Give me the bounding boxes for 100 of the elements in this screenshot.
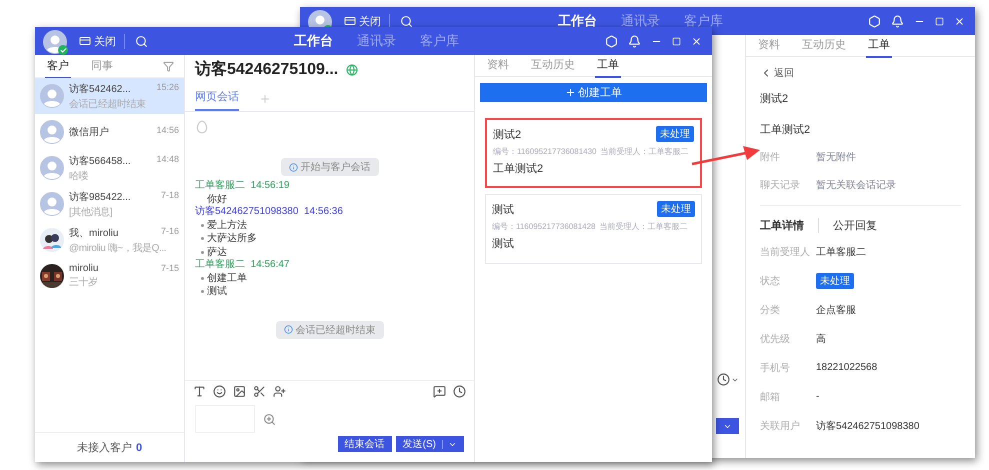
filter-icon[interactable]	[163, 60, 174, 72]
bullet-icon	[201, 250, 204, 254]
ticket-title: 测试	[492, 202, 514, 216]
waiting-count: 0	[136, 442, 142, 454]
message-sender: 工单客服二 14:56:19	[195, 180, 290, 192]
contact-time: 7-15	[160, 263, 179, 274]
contact-name: 访客542462...	[69, 82, 131, 96]
field-label: 当前受理人	[760, 246, 811, 258]
contact-time: 7-18	[160, 190, 179, 202]
end-session-button[interactable]: 结束会话	[338, 436, 392, 452]
field-label: 关联用户	[760, 420, 801, 432]
contact-item[interactable]: 访客985422... 7-18 [其他消息]	[35, 186, 184, 222]
ticket-description: 工单测试2	[493, 162, 544, 176]
image-icon[interactable]	[233, 385, 246, 398]
contact-item[interactable]: miroliu 7-15 三十岁	[35, 258, 184, 294]
status-badge: 未处理	[657, 201, 695, 217]
field-value: 企点客服	[816, 304, 856, 316]
message-text: 测试	[207, 285, 227, 298]
ticket-title: 测试2	[493, 128, 522, 142]
card-icon	[79, 35, 91, 47]
field-value: 高	[816, 332, 826, 346]
send-button[interactable]: 发送(S)	[396, 436, 464, 452]
field-label: 附件	[760, 151, 781, 164]
system-notice: 开始与客户会话	[280, 158, 378, 176]
avatar-icon	[40, 120, 64, 144]
conversation-tab[interactable]: 网页会话	[195, 86, 239, 111]
emoji-icon[interactable]	[213, 385, 226, 398]
field-value: -	[816, 391, 820, 402]
contact-time: 15:26	[156, 82, 179, 94]
field-label: 手机号	[760, 362, 791, 374]
search-icon[interactable]	[135, 34, 148, 48]
ticket-assignee: 当前受理人：工单客服二	[600, 221, 688, 232]
close-icon[interactable]	[954, 16, 965, 26]
field-label: 优先级	[760, 332, 791, 346]
contact-item[interactable]: 我、miroliu 7-16 @miroliu 嗨~，我是Q...	[35, 222, 184, 258]
caret-icon[interactable]	[442, 440, 457, 448]
close-session-button[interactable]: 关闭	[75, 34, 125, 48]
field-label: 分类	[760, 304, 781, 316]
close-icon[interactable]	[691, 36, 702, 46]
contact-time: 14:56	[156, 125, 179, 137]
hexagon-icon[interactable]	[605, 34, 618, 48]
ticket-card[interactable]: 测试2 未处理 编号：116095217736081430 当前受理人：工单客服二 工单测试2	[485, 118, 702, 188]
avatar-icon	[40, 228, 64, 252]
ticket-description: 工单测试2	[760, 123, 812, 137]
message-text: 爱上方法	[207, 218, 247, 232]
field-label: 状态	[760, 274, 781, 288]
maximize-icon[interactable]	[935, 16, 944, 26]
contact-time: 14:48	[156, 154, 179, 166]
plus-icon	[565, 87, 576, 98]
section-tab[interactable]: 公开回复	[833, 218, 891, 233]
contact-item[interactable]: 微信用户 14:56	[35, 114, 184, 150]
bullet-icon	[201, 237, 204, 240]
clock-icon[interactable]	[717, 373, 730, 386]
contact-item[interactable]: 访客566458... 14:48 哈喽	[35, 150, 184, 186]
contact-name: 微信用户	[69, 126, 109, 139]
avatar-icon	[40, 156, 64, 180]
contact-name: 访客566458...	[69, 154, 131, 168]
nav-tab[interactable]: 工作台	[551, 12, 604, 30]
ticket-card[interactable]: 测试 未处理 编号：116095217736081428 当前受理人：工单客服二 测试	[485, 194, 702, 264]
section-tab[interactable]: 工单详情	[760, 218, 819, 233]
nav-tab[interactable]: 工作台	[287, 32, 340, 50]
font-icon[interactable]	[193, 385, 206, 398]
field-value: 访客542462751098380	[816, 420, 920, 432]
field-label: 邮箱	[760, 390, 781, 404]
note-icon[interactable]	[433, 385, 446, 398]
ticket-assignee: 当前受理人：工单客服二	[600, 146, 688, 157]
avatar-icon	[40, 84, 64, 108]
clock-icon[interactable]	[453, 385, 466, 398]
bell-icon[interactable]	[891, 14, 904, 28]
contact-preview: 会话已经超时结束	[69, 98, 146, 110]
hexagon-icon[interactable]	[868, 14, 881, 28]
egg-icon	[195, 120, 209, 134]
user-transfer-icon[interactable]	[273, 385, 286, 398]
create-ticket-button[interactable]: 创建工单	[480, 83, 707, 102]
globe-icon	[346, 64, 358, 76]
check-badge-icon	[58, 45, 68, 55]
footer-label: 未接入客户	[76, 440, 132, 455]
search-icon[interactable]	[400, 14, 413, 28]
field-value: 暂无关联会话记录	[816, 178, 896, 192]
field-value: 工单客服二	[816, 246, 866, 258]
panel-tab[interactable]: 工单	[866, 33, 892, 58]
pointer-arrow	[692, 146, 760, 166]
panel-tab[interactable]: 工单	[595, 53, 621, 78]
contact-preview: 哈喽	[69, 170, 88, 182]
bullet-icon	[201, 276, 204, 280]
back-link[interactable]: 返回	[760, 65, 961, 81]
maximize-icon[interactable]	[672, 36, 681, 46]
message-sender: 访客542462751098380 14:56:36	[195, 206, 344, 218]
scissors-icon[interactable]	[253, 385, 266, 398]
status-badge: 未处理	[816, 272, 854, 288]
info-icon	[284, 325, 292, 334]
ticket-number: 编号：116095217736081428	[492, 221, 596, 232]
message-sender: 工单客服二 14:56:47	[195, 259, 290, 272]
message-text: 萨达	[207, 246, 227, 258]
field-value: 暂无附件	[816, 150, 856, 164]
zoom-in-icon[interactable]	[263, 412, 276, 426]
contact-item[interactable]: 访客542462... 15:26 会话已经超时结束	[35, 78, 184, 114]
bell-icon[interactable]	[628, 34, 641, 48]
contact-time: 7-16	[160, 226, 179, 238]
field-label: 聊天记录	[760, 179, 801, 192]
